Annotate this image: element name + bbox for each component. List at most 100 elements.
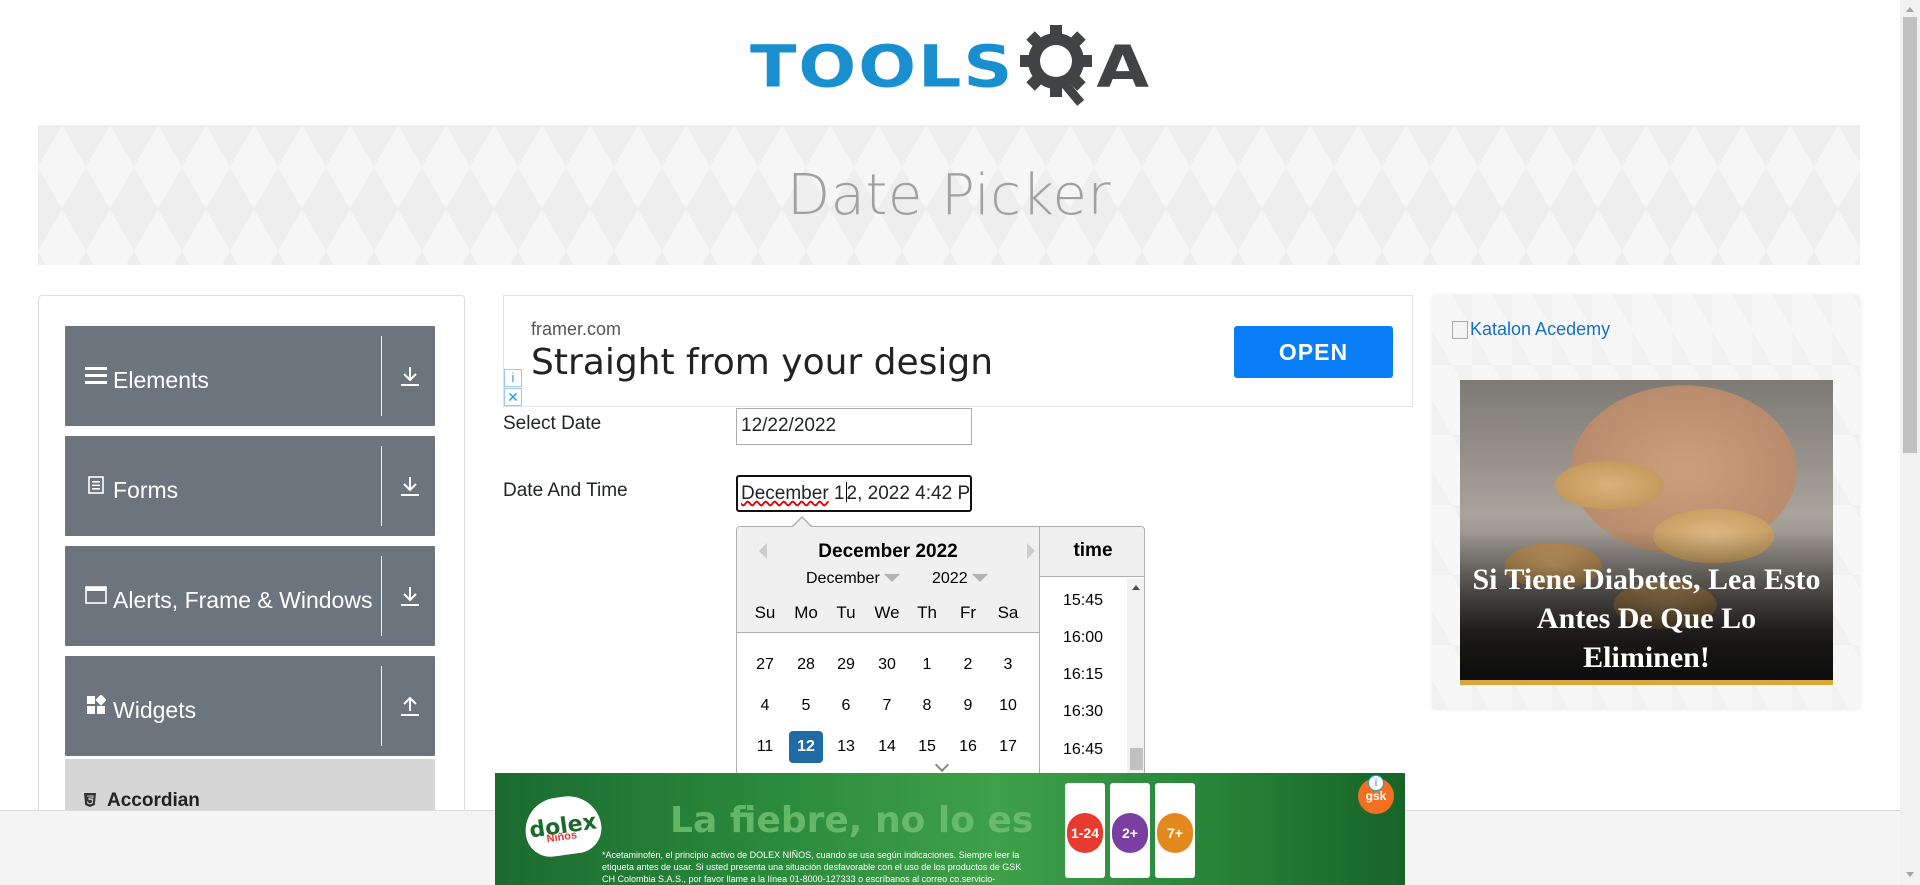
select-date-value: 12/22/2022 xyxy=(741,415,837,436)
calendar-day[interactable]: 7 xyxy=(870,690,904,722)
popup-pointer-fill xyxy=(793,518,811,527)
weekday-label: We xyxy=(874,603,900,622)
time-option[interactable]: 16:00 xyxy=(1040,629,1126,647)
scroll-up-icon[interactable] xyxy=(1906,7,1914,12)
bottom-advertisement[interactable]: dolex Niños La fiebre, no lo es *Acetami… xyxy=(495,773,1405,885)
calendar-day[interactable]: 1 xyxy=(910,649,944,681)
cashew-ad-image[interactable]: Si Tiene Diabetes, Lea Esto Antes De Que… xyxy=(1460,380,1833,685)
year-dropdown[interactable]: 2022 xyxy=(932,570,988,588)
calendar-day[interactable]: 10 xyxy=(991,690,1025,722)
ad-fine-print: *Acetaminofén, el principio activo de DO… xyxy=(602,850,1022,884)
scroll-thumb[interactable] xyxy=(1903,17,1917,453)
calendar-day[interactable]: 4 xyxy=(748,690,782,722)
ad-info-icon[interactable]: i xyxy=(1368,775,1384,791)
calendar-day-selected[interactable]: 12 xyxy=(789,731,823,763)
calendar-day[interactable]: 27 xyxy=(748,649,782,681)
calendar-day[interactable]: 8 xyxy=(910,690,944,722)
chevron-down-icon xyxy=(971,574,988,582)
date-and-time-input[interactable]: December 1 2, 2022 4:42 P xyxy=(736,475,972,512)
next-month-icon[interactable] xyxy=(1027,543,1035,559)
katalon-broken-image-link[interactable]: Katalon Acedemy xyxy=(1452,319,1610,340)
calendar-day[interactable]: 5 xyxy=(789,690,823,722)
product-pack: 7+ xyxy=(1155,783,1195,878)
calendar-day[interactable]: 29 xyxy=(829,649,863,681)
time-header: time xyxy=(1040,527,1144,577)
date-time-month-text: December xyxy=(741,483,829,504)
calendar-day[interactable]: 2 xyxy=(951,649,985,681)
calendar-month-title: December 2022 xyxy=(818,541,958,562)
weekday-label: Sa xyxy=(997,603,1019,622)
month-dropdown-value: December xyxy=(806,570,880,587)
top-advertisement[interactable]: framer.com Straight from your design OPE… xyxy=(503,295,1413,407)
calendar-day[interactable]: 28 xyxy=(789,649,823,681)
scroll-thumb[interactable] xyxy=(1130,748,1143,770)
calendar-day[interactable]: 3 xyxy=(991,649,1025,681)
sidebar-group-label: Widgets xyxy=(113,697,197,723)
calendar-header: December 2022 December 2022 Su Mo Tu We … xyxy=(737,527,1039,633)
weekday-label: Fr xyxy=(959,603,977,622)
ad-open-button[interactable]: OPEN xyxy=(1234,326,1393,378)
date-time-picker-popup: December 2022 December 2022 Su Mo Tu We … xyxy=(736,526,1145,776)
ad-headline[interactable]: Straight from your design xyxy=(531,342,993,383)
logo-text-tools: TOOLS xyxy=(750,33,1015,101)
sidebar-group-label: Alerts, Frame & Windows xyxy=(113,587,373,613)
calendar-day[interactable]: 14 xyxy=(870,731,904,763)
calendar-day[interactable]: 17 xyxy=(991,731,1025,763)
download-arrow-icon[interactable] xyxy=(398,364,422,388)
divider xyxy=(381,336,382,416)
left-sidebar: Elements Forms Alerts, Frame & Windows W… xyxy=(38,295,465,885)
calendar-day[interactable]: 16 xyxy=(951,731,985,763)
calendar-day[interactable]: 13 xyxy=(829,731,863,763)
ad-tagline: La fiebre, no lo es xyxy=(670,800,1034,841)
sidebar-item-label: Accordian xyxy=(107,790,200,811)
date-time-text-2: 2, 2022 4:42 P xyxy=(846,483,971,504)
toolsqa-logo[interactable]: TOOLS A xyxy=(750,18,1151,116)
sidebar-group-label: Elements xyxy=(113,367,209,393)
divider xyxy=(381,666,382,746)
calendar-day[interactable]: 30 xyxy=(870,649,904,681)
download-arrow-icon[interactable] xyxy=(398,474,422,498)
time-scrollbar[interactable] xyxy=(1127,578,1144,775)
month-dropdown[interactable]: December xyxy=(806,570,900,588)
broken-image-icon xyxy=(1452,320,1468,339)
sidebar-group-widgets[interactable]: Widgets xyxy=(65,656,435,756)
page: TOOLS A Date Picker Elements Forms Alert… xyxy=(0,0,1920,885)
divider xyxy=(381,446,382,526)
calendar-day[interactable]: 6 xyxy=(829,690,863,722)
calendar-day[interactable]: 9 xyxy=(951,690,985,722)
sidebar-group-forms[interactable]: Forms xyxy=(65,436,435,536)
sidebar-group-alerts-frame-windows[interactable]: Alerts, Frame & Windows xyxy=(65,546,435,646)
scroll-down-icon[interactable] xyxy=(1906,872,1914,877)
time-option[interactable]: 16:30 xyxy=(1040,703,1126,721)
page-scrollbar[interactable] xyxy=(1900,0,1920,885)
select-date-input[interactable]: 12/22/2022 xyxy=(736,408,972,445)
calendar-day[interactable]: 15 xyxy=(910,731,944,763)
time-option[interactable]: 15:45 xyxy=(1040,592,1126,610)
calendar-day[interactable]: 11 xyxy=(748,731,782,763)
download-arrow-icon[interactable] xyxy=(398,584,422,608)
right-advertisement[interactable]: Katalon Acedemy Si Tiene Diabetes, Lea E… xyxy=(1432,295,1860,710)
weekday-label: Tu xyxy=(836,603,856,622)
scroll-up-icon[interactable] xyxy=(1132,585,1140,590)
page-banner: Date Picker xyxy=(38,125,1860,265)
time-option[interactable]: 16:15 xyxy=(1040,666,1126,684)
logo-text-a: A xyxy=(1096,33,1151,101)
pack-label: 1-24 xyxy=(1067,813,1103,853)
divider xyxy=(381,556,382,636)
time-option[interactable]: 16:45 xyxy=(1040,741,1126,759)
pack-label: 2+ xyxy=(1112,813,1148,853)
date-and-time-label: Date And Time xyxy=(503,480,628,501)
upload-arrow-icon[interactable] xyxy=(398,694,422,718)
product-pack: 2+ xyxy=(1110,783,1150,878)
ad-close-icon[interactable]: ✕ xyxy=(504,388,522,406)
product-pack: 1-24 xyxy=(1065,783,1105,878)
date-time-text-1: 1 xyxy=(828,483,845,504)
select-date-label: Select Date xyxy=(503,413,602,434)
sidebar-group-elements[interactable]: Elements xyxy=(65,326,435,426)
sidebar-group-label: Forms xyxy=(113,477,179,503)
ad-info-icon[interactable]: i xyxy=(504,369,522,387)
window-icon xyxy=(85,584,107,606)
weekday-label: Th xyxy=(917,603,937,622)
weekday-label: Su xyxy=(754,603,776,622)
katalon-alt-text: Katalon Acedemy xyxy=(1470,319,1611,339)
